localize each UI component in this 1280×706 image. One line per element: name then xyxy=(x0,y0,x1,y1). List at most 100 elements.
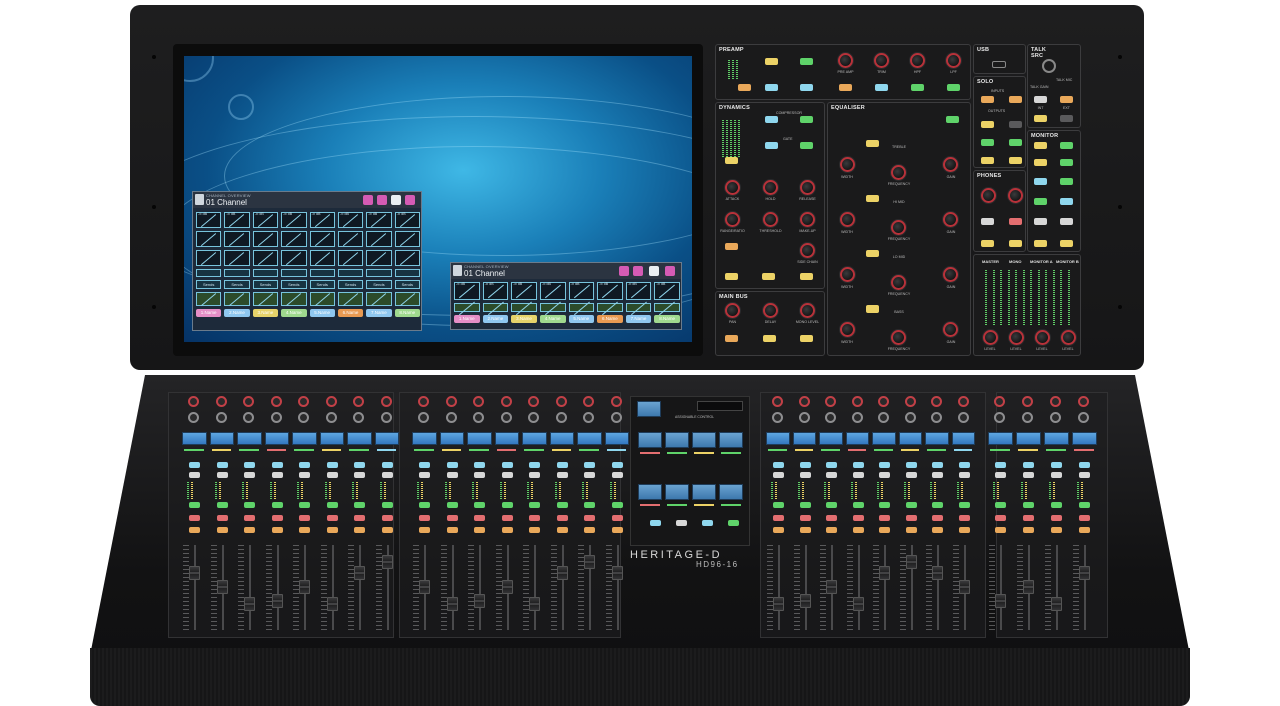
overview-send-cell[interactable]: -∞ dB xyxy=(482,282,509,300)
overview-fader-cell[interactable] xyxy=(252,269,279,277)
channel-lcd-display[interactable] xyxy=(467,432,492,445)
overview-send-cell[interactable] xyxy=(309,250,335,266)
assignable-button[interactable] xyxy=(650,520,661,526)
assignable-display[interactable] xyxy=(692,432,716,448)
channel-select-button[interactable] xyxy=(216,462,228,468)
mute-button[interactable] xyxy=(995,515,1006,521)
channel-button[interactable] xyxy=(556,472,568,478)
main-bus-button[interactable] xyxy=(800,335,813,342)
solo-button[interactable] xyxy=(773,527,784,533)
channel-button[interactable] xyxy=(958,472,970,478)
preamp-button[interactable] xyxy=(765,58,778,65)
solo-button[interactable] xyxy=(299,527,310,533)
channel-select-button[interactable] xyxy=(501,462,513,468)
dynamics-button[interactable] xyxy=(762,273,775,280)
channel-lcd-display[interactable] xyxy=(766,432,790,445)
channel-button[interactable] xyxy=(773,472,784,478)
monitor-button[interactable] xyxy=(1060,142,1073,149)
mute-button[interactable] xyxy=(244,515,255,521)
channel-rotary-knob[interactable] xyxy=(325,412,337,423)
monitor-button[interactable] xyxy=(1034,142,1047,149)
solo-button[interactable] xyxy=(799,527,811,533)
solo-button[interactable] xyxy=(446,527,458,533)
preamp-hpf-knob[interactable] xyxy=(910,53,925,68)
preamp-switch-button[interactable] xyxy=(839,84,852,91)
channel-rotary-knob[interactable] xyxy=(380,396,392,407)
overview-send-cell[interactable]: -∞ dB xyxy=(309,212,335,228)
channel-button[interactable] xyxy=(1051,472,1062,478)
channel-button[interactable] xyxy=(852,502,864,508)
channel-overview-left[interactable]: CHANNEL OVERVIEW 01 Channel -∞ dB -∞ dB -∞… xyxy=(192,191,422,331)
channel-lcd-display[interactable] xyxy=(819,432,843,445)
channel-button[interactable] xyxy=(419,502,430,508)
channel-button[interactable] xyxy=(446,472,458,478)
overview-send-cell[interactable] xyxy=(252,250,279,266)
channel-rotary-knob[interactable] xyxy=(931,396,942,407)
channel-rotary-knob[interactable] xyxy=(851,396,863,407)
channel-button[interactable] xyxy=(932,472,943,478)
solo-button[interactable] xyxy=(244,527,255,533)
channel-button[interactable] xyxy=(271,472,283,478)
talk-button[interactable] xyxy=(1034,115,1047,122)
channel-button[interactable] xyxy=(1023,502,1034,508)
mute-button[interactable] xyxy=(326,515,338,521)
eq-width-knob[interactable] xyxy=(840,157,855,172)
solo-button[interactable] xyxy=(1009,157,1022,164)
eq-gain-knob[interactable] xyxy=(943,157,958,172)
channel-button[interactable] xyxy=(474,472,485,478)
assignable-button[interactable] xyxy=(702,520,713,526)
channel-button[interactable] xyxy=(501,502,513,508)
channel-button[interactable] xyxy=(1051,502,1062,508)
channel-button[interactable] xyxy=(799,472,811,478)
overview-send-cell[interactable]: -∞ dB xyxy=(252,212,279,228)
channel-rotary-knob[interactable] xyxy=(1022,412,1033,423)
solo-button[interactable] xyxy=(271,527,283,533)
channel-fader[interactable] xyxy=(381,555,393,569)
channel-name-button[interactable]: 8.Name xyxy=(654,315,680,323)
channel-rotary-knob[interactable] xyxy=(500,396,512,407)
solo-button[interactable] xyxy=(474,527,485,533)
dynamics-make-up-knob[interactable] xyxy=(800,212,815,227)
overview-send-cell[interactable]: -∞ dB xyxy=(511,282,537,300)
sends-cell[interactable]: Sends xyxy=(196,280,222,289)
preamp-switch-button[interactable] xyxy=(875,84,888,91)
channel-name-button[interactable]: 1.Name xyxy=(196,309,222,317)
channel-rotary-knob[interactable] xyxy=(380,412,392,423)
overview-send-cell[interactable]: -∞ dB xyxy=(394,212,420,228)
channel-select-button[interactable] xyxy=(995,462,1006,468)
channel-button[interactable] xyxy=(299,502,310,508)
preamp-trim-knob[interactable] xyxy=(874,53,889,68)
channel-fader[interactable] xyxy=(419,579,430,594)
mute-button[interactable] xyxy=(826,515,837,521)
phones-button[interactable] xyxy=(1009,240,1022,247)
channel-select-button[interactable] xyxy=(1079,462,1090,468)
channel-name-button[interactable]: 1.Name xyxy=(454,315,480,323)
dynamics-button[interactable] xyxy=(725,273,738,280)
channel-rotary-knob[interactable] xyxy=(418,412,429,423)
channel-lcd-display[interactable] xyxy=(209,432,234,445)
mute-button[interactable] xyxy=(1023,515,1034,521)
mute-button[interactable] xyxy=(529,515,540,521)
solo-button[interactable] xyxy=(326,527,338,533)
channel-rotary-knob[interactable] xyxy=(215,396,227,407)
channel-rotary-knob[interactable] xyxy=(325,396,337,407)
overview-send-cell[interactable]: -∞ dB xyxy=(281,212,307,228)
preamp-pre-amp-knob[interactable] xyxy=(838,53,853,68)
channel-lcd-display[interactable] xyxy=(292,432,317,445)
channel-fader[interactable] xyxy=(189,565,200,580)
channel-rotary-knob[interactable] xyxy=(878,412,889,423)
overview-fader-cell[interactable] xyxy=(224,269,250,277)
channel-button[interactable] xyxy=(773,502,784,508)
sends-cell[interactable]: Sends xyxy=(337,280,364,289)
solo-button[interactable] xyxy=(905,527,917,533)
channel-fader[interactable] xyxy=(556,565,568,580)
channel-rotary-knob[interactable] xyxy=(418,396,429,407)
channel-button[interactable] xyxy=(299,472,310,478)
dynamics-button[interactable] xyxy=(725,157,738,164)
preamp-lpf-knob[interactable] xyxy=(946,53,961,68)
channel-button[interactable] xyxy=(958,502,970,508)
overview-send-cell[interactable] xyxy=(337,231,364,247)
channel-rotary-knob[interactable] xyxy=(188,412,199,423)
phones-button[interactable] xyxy=(1009,218,1022,225)
preamp-button[interactable] xyxy=(738,84,751,91)
